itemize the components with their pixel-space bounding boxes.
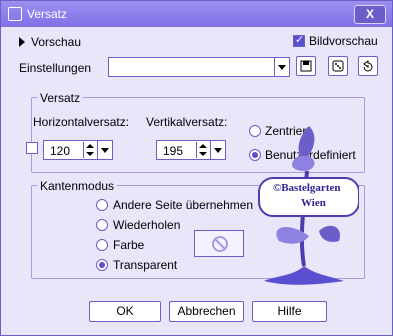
cancel-button[interactable]: Abbrechen (169, 301, 244, 322)
settings-label: Einstellungen (19, 61, 92, 75)
option-color: Farbe (113, 238, 145, 252)
vertical-stepper[interactable] (196, 142, 209, 158)
watermark-line2: Wien (301, 197, 326, 209)
radio-repeat[interactable] (96, 219, 108, 231)
title-bar[interactable]: Versatz X (1, 1, 392, 27)
horizontal-offset-input[interactable]: 120 (43, 140, 113, 160)
dialog-window: Versatz X Vorschau Bildvorschau Einstell… (0, 0, 393, 336)
no-color-icon (212, 236, 228, 252)
ok-button[interactable]: OK (89, 301, 161, 322)
save-preset-button[interactable] (296, 56, 316, 76)
horizontal-dropdown-icon[interactable] (97, 141, 112, 159)
horizontal-label: Horizontalversatz: (33, 115, 130, 129)
link-checkbox[interactable] (26, 142, 38, 154)
color-swatch[interactable] (194, 230, 244, 257)
vertical-offset-input[interactable]: 195 (156, 140, 226, 160)
vertical-label: Vertikalversatz: (146, 115, 228, 129)
vertical-value: 195 (163, 144, 184, 158)
horizontal-value: 120 (50, 144, 71, 158)
vertical-dropdown-icon[interactable] (210, 141, 225, 159)
settings-dropdown[interactable] (108, 57, 290, 77)
help-button[interactable]: Hilfe (252, 301, 327, 322)
option-repeat: Wiederholen (113, 218, 181, 232)
option-transparent: Transparent (113, 258, 178, 272)
close-button[interactable]: X (354, 5, 386, 24)
option-wrap-other: Andere Seite übernehmen (113, 198, 254, 212)
watermark-logo: ©Bastelgarten Wien (249, 116, 360, 296)
window-title: Versatz (27, 7, 68, 21)
radio-color[interactable] (96, 239, 108, 251)
preview-label: Vorschau (31, 35, 82, 49)
edge-mode-title: Kantenmodus (37, 179, 118, 193)
horizontal-stepper[interactable] (83, 142, 96, 158)
bildvorschau-label: Bildvorschau (309, 34, 378, 48)
expand-triangle-icon[interactable] (19, 37, 25, 47)
chevron-down-icon[interactable] (274, 58, 289, 76)
save-icon (300, 60, 312, 72)
dice-icon (332, 60, 344, 72)
watermark-line1: ©Bastelgarten (273, 182, 341, 194)
reset-icon (362, 60, 374, 72)
app-icon (8, 7, 22, 21)
bildvorschau-checkbox[interactable] (293, 33, 305, 47)
offset-group-title: Versatz (37, 91, 84, 105)
reset-button[interactable] (358, 56, 378, 76)
randomize-button[interactable] (328, 56, 348, 76)
radio-wrap-other[interactable] (96, 199, 108, 211)
radio-transparent[interactable] (96, 259, 108, 271)
